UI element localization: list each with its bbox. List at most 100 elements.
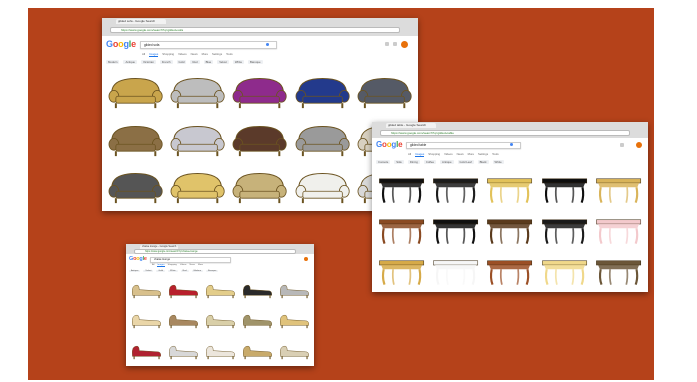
image-thumbnail[interactable] [539,170,590,208]
image-thumbnail[interactable] [355,70,414,115]
image-thumbnail[interactable] [240,276,274,303]
image-thumbnail[interactable] [240,306,274,333]
related-chip[interactable]: Dining [407,160,420,164]
related-chip[interactable]: Victorian [140,60,156,64]
tab-all[interactable]: All [408,152,411,157]
image-thumbnail[interactable] [230,118,289,163]
image-thumbnail[interactable] [376,211,427,249]
tab-more[interactable]: More [202,52,208,57]
related-chip[interactable]: Velvet [143,270,154,272]
image-thumbnail[interactable] [166,337,200,364]
image-thumbnail[interactable] [430,170,481,208]
related-chip[interactable]: Coffee [423,160,437,164]
tab-more[interactable]: More [198,264,203,267]
tab-all[interactable]: All [142,52,145,57]
tab-shopping[interactable]: Shopping [428,152,440,157]
image-thumbnail[interactable] [593,252,644,290]
image-thumbnail[interactable] [539,211,590,249]
tab-images[interactable]: Images [415,152,425,157]
tab-news[interactable]: News [457,152,464,157]
apps-icon[interactable] [620,143,624,147]
image-thumbnail[interactable] [230,165,289,210]
image-thumbnail[interactable] [539,252,590,290]
related-chip[interactable]: Modern [191,270,204,272]
tab-images[interactable]: Images [149,52,159,57]
image-thumbnail[interactable] [203,276,237,303]
related-chip[interactable]: Antique [129,270,141,272]
tab-all[interactable]: All [152,264,154,267]
microphone-icon[interactable] [266,43,269,46]
related-chip[interactable]: Baroque [248,60,263,64]
tab-news[interactable]: News [190,264,195,267]
microphone-icon[interactable] [510,143,513,146]
image-thumbnail[interactable] [230,70,289,115]
image-thumbnail[interactable] [106,70,165,115]
search-input[interactable]: gilded sofa [140,41,277,49]
tab-settings[interactable]: Settings [212,52,222,57]
browser-tab[interactable]: gilded sofa - Google Search [116,19,166,24]
tab-more[interactable]: More [468,152,474,157]
tab-videos[interactable]: Videos [180,264,187,267]
image-thumbnail[interactable] [430,211,481,249]
related-chip[interactable]: Red [190,60,200,64]
browser-window-sofa-search[interactable]: gilded sofa - Google Search https://www.… [102,18,418,211]
avatar[interactable] [304,257,308,261]
tab-videos[interactable]: Videos [178,52,187,57]
related-chip[interactable]: Gold Leaf [457,160,474,164]
tab-shopping[interactable]: Shopping [162,52,174,57]
image-thumbnail[interactable] [376,252,427,290]
address-bar[interactable]: https://www.google.com/search?q=gilded+s… [110,27,400,33]
related-chip[interactable]: Modern [106,60,120,64]
related-chip[interactable]: White [232,60,244,64]
tab-tools[interactable]: Tools [226,52,233,57]
tab-tools[interactable]: Tools [492,152,499,157]
browser-tab[interactable]: gilded table - Google Search [386,123,436,128]
image-thumbnail[interactable] [166,276,200,303]
tab-news[interactable]: News [191,52,198,57]
image-thumbnail[interactable] [593,211,644,249]
related-chip[interactable]: Baroque [206,270,219,272]
related-chip[interactable]: Console [376,160,391,164]
image-thumbnail[interactable] [277,306,311,333]
tab-videos[interactable]: Videos [444,152,453,157]
search-input[interactable]: chaise lounge [150,257,231,263]
image-thumbnail[interactable] [484,211,535,249]
apps-icon[interactable] [385,42,389,46]
image-thumbnail[interactable] [293,118,352,163]
image-thumbnail[interactable] [168,165,227,210]
image-thumbnail[interactable] [106,118,165,163]
address-bar[interactable]: https://www.google.com/search?q=gilded+t… [380,130,630,136]
browser-window-table-search[interactable]: gilded table - Google Search https://www… [372,122,648,292]
related-chip[interactable]: White [168,270,178,272]
image-thumbnail[interactable] [376,170,427,208]
image-thumbnail[interactable] [203,306,237,333]
image-thumbnail[interactable] [593,170,644,208]
image-thumbnail[interactable] [166,306,200,333]
related-chip[interactable]: Gold [156,270,166,272]
related-chip[interactable]: Antique [440,160,454,164]
image-thumbnail[interactable] [484,252,535,290]
related-chip[interactable]: Blue [203,60,214,64]
notifications-icon[interactable] [393,42,397,46]
avatar[interactable] [636,142,642,148]
tab-settings[interactable]: Settings [478,152,488,157]
avatar[interactable] [401,41,408,48]
image-thumbnail[interactable] [168,70,227,115]
address-bar[interactable]: https://www.google.com/search?q=chaise+l… [134,249,296,254]
image-thumbnail[interactable] [129,306,163,333]
tab-images[interactable]: Images [157,264,165,267]
image-thumbnail[interactable] [293,165,352,210]
image-thumbnail[interactable] [168,118,227,163]
image-thumbnail[interactable] [277,276,311,303]
related-chip[interactable]: Gold [176,60,187,64]
related-chip[interactable]: Black [477,160,489,164]
image-thumbnail[interactable] [430,252,481,290]
search-input[interactable]: gilded table [406,142,521,149]
image-thumbnail[interactable] [293,70,352,115]
related-chip[interactable]: French [159,60,173,64]
image-thumbnail[interactable] [240,337,274,364]
related-chip[interactable]: Antique [123,60,137,64]
image-thumbnail[interactable] [129,276,163,303]
image-thumbnail[interactable] [203,337,237,364]
image-thumbnail[interactable] [484,170,535,208]
